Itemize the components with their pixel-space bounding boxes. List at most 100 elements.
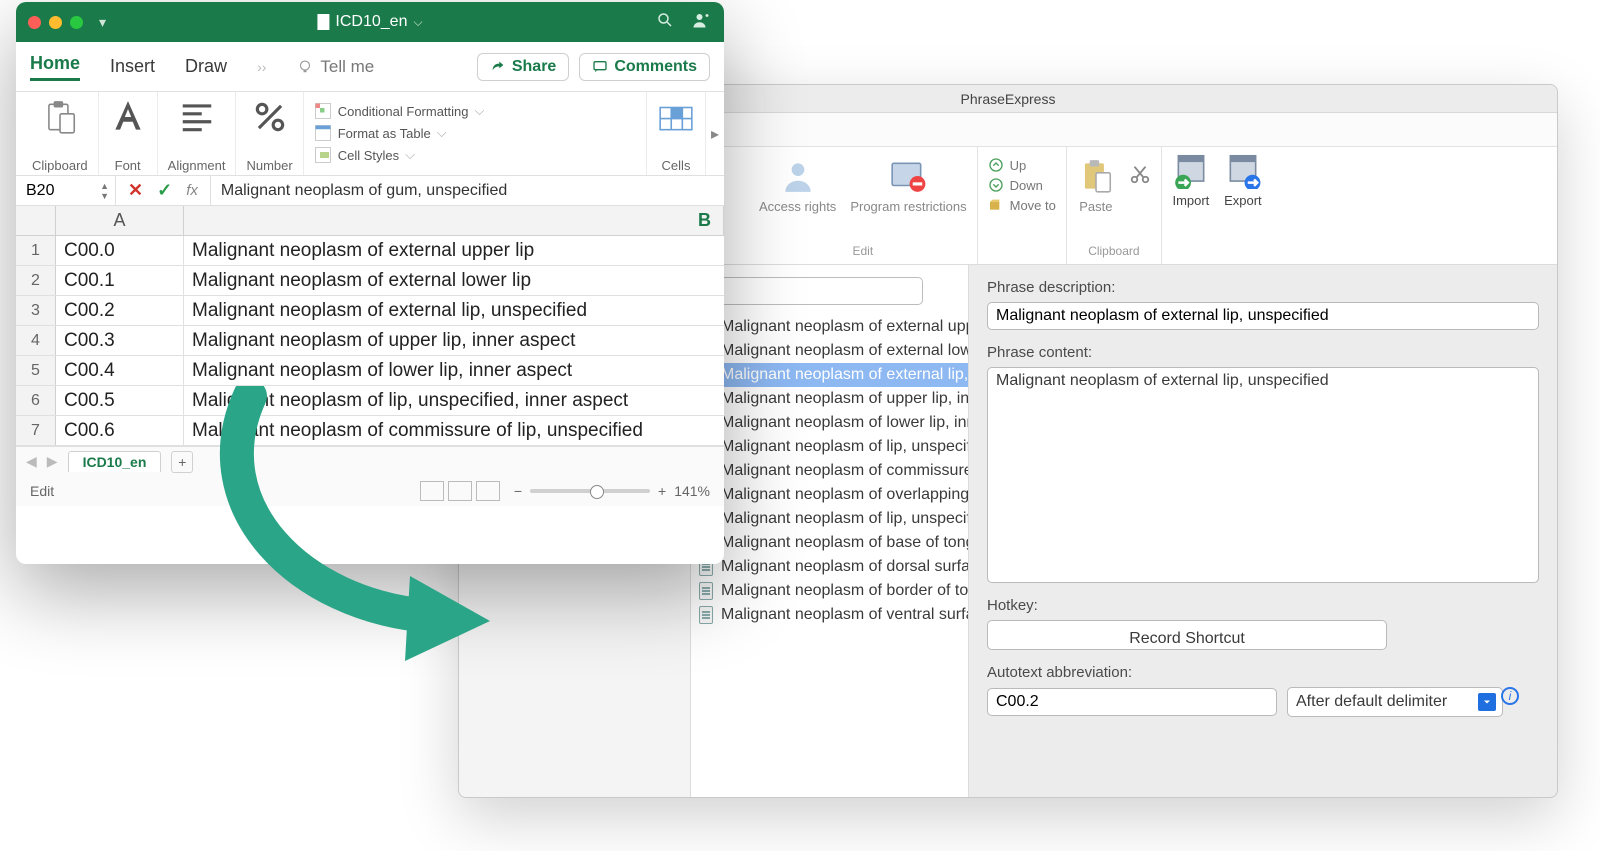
cell[interactable]: Malignant neoplasm of external lower lip xyxy=(184,266,724,295)
group-label-edit: Edit xyxy=(852,244,873,262)
table-row[interactable]: 3C00.2Malignant neoplasm of external lip… xyxy=(16,296,724,326)
ribbon-font[interactable]: Font xyxy=(99,92,158,175)
program-restrictions-button[interactable]: Program restrictions xyxy=(850,157,966,214)
list-item[interactable]: Malignant neoplasm of base of tongue xyxy=(691,531,968,555)
scissors-icon[interactable] xyxy=(1129,157,1151,190)
row-header[interactable]: 6 xyxy=(16,386,56,415)
stepper-icon: ▲▼ xyxy=(100,181,109,201)
format-as-table-button[interactable]: Format as Table⌵ xyxy=(314,124,485,142)
list-item[interactable]: Malignant neoplasm of ventral surface of… xyxy=(691,603,968,627)
move-up-button[interactable]: Up xyxy=(988,157,1056,173)
export-button[interactable]: Export xyxy=(1224,151,1262,208)
info-icon[interactable]: i xyxy=(1501,687,1519,705)
ribbon-alignment[interactable]: Alignment xyxy=(158,92,237,175)
phrase-list[interactable]: Malignant neoplasm of external upper lip… xyxy=(691,265,969,797)
cancel-icon[interactable]: ✕ xyxy=(128,180,143,201)
row-header[interactable]: 4 xyxy=(16,326,56,355)
ribbon-number[interactable]: Number xyxy=(236,92,303,175)
access-rights-button[interactable]: Access rights xyxy=(759,157,836,214)
sheet-tab[interactable]: ICD10_en xyxy=(68,451,162,472)
cell[interactable]: Malignant neoplasm of lip, unspecified, … xyxy=(184,386,724,415)
list-item[interactable]: Malignant neoplasm of overlapping sites … xyxy=(691,483,968,507)
cell-styles-button[interactable]: Cell Styles⌵ xyxy=(314,146,485,164)
paste-button[interactable]: Paste xyxy=(1077,157,1115,214)
record-shortcut-button[interactable]: Record Shortcut xyxy=(987,620,1387,650)
cell[interactable]: C00.5 xyxy=(56,386,184,415)
table-row[interactable]: 7C00.6Malignant neoplasm of commissure o… xyxy=(16,416,724,446)
cell[interactable]: Malignant neoplasm of upper lip, inner a… xyxy=(184,326,724,355)
share-user-icon[interactable] xyxy=(692,11,710,34)
save-split-icon[interactable]: ▾ xyxy=(99,14,106,31)
table-row[interactable]: 6C00.5Malignant neoplasm of lip, unspeci… xyxy=(16,386,724,416)
delimiter-select[interactable]: After default delimiter xyxy=(1287,687,1503,717)
row-header[interactable]: 5 xyxy=(16,356,56,385)
cell[interactable]: C00.1 xyxy=(56,266,184,295)
cell[interactable]: C00.6 xyxy=(56,416,184,445)
list-item[interactable]: Malignant neoplasm of lower lip, inner a… xyxy=(691,411,968,435)
sheet-prev-icon[interactable]: ◀ xyxy=(26,453,37,470)
tab-home[interactable]: Home xyxy=(30,53,80,81)
ribbon-overflow[interactable]: ▸ xyxy=(706,92,724,175)
zoom-control[interactable]: −+ 141% xyxy=(514,483,710,499)
cell[interactable]: C00.4 xyxy=(56,356,184,385)
list-item[interactable]: Malignant neoplasm of dorsal surface of … xyxy=(691,555,968,579)
col-header-a[interactable]: A xyxy=(56,206,184,235)
import-button[interactable]: Import xyxy=(1172,151,1210,208)
cell[interactable]: Malignant neoplasm of lower lip, inner a… xyxy=(184,356,724,385)
table-row[interactable]: 4C00.3Malignant neoplasm of upper lip, i… xyxy=(16,326,724,356)
sheet-next-icon[interactable]: ▶ xyxy=(47,453,58,470)
cell[interactable]: C00.2 xyxy=(56,296,184,325)
list-item[interactable]: Malignant neoplasm of commissure of lip,… xyxy=(691,459,968,483)
search-icon[interactable] xyxy=(656,11,674,34)
cell[interactable]: C00.3 xyxy=(56,326,184,355)
conditional-formatting-button[interactable]: Conditional Formatting⌵ xyxy=(314,102,485,120)
ribbon-clipboard[interactable]: Clipboard xyxy=(22,92,99,175)
view-break-icon[interactable] xyxy=(476,481,500,501)
list-item[interactable]: Malignant neoplasm of upper lip, inner a… xyxy=(691,387,968,411)
confirm-icon[interactable]: ✓ xyxy=(157,180,172,201)
add-sheet-button[interactable]: + xyxy=(171,451,193,473)
content-textarea[interactable]: Malignant neoplasm of external lip, unsp… xyxy=(987,367,1539,583)
share-button[interactable]: Share xyxy=(477,53,569,81)
row-header[interactable]: 1 xyxy=(16,236,56,265)
table-row[interactable]: 5C00.4Malignant neoplasm of lower lip, i… xyxy=(16,356,724,386)
formula-input[interactable]: Malignant neoplasm of gum, unspecified xyxy=(210,176,724,205)
comments-button[interactable]: Comments xyxy=(579,53,710,81)
list-item[interactable]: Malignant neoplasm of external lower lip xyxy=(691,339,968,363)
traffic-lights[interactable] xyxy=(28,16,83,29)
select-all-corner[interactable] xyxy=(16,206,56,235)
table-row[interactable]: 2C00.1Malignant neoplasm of external low… xyxy=(16,266,724,296)
titlebar: ▾ ICD10_en ⌵ xyxy=(16,2,724,42)
fx-icon[interactable]: fx xyxy=(186,182,198,199)
document-title[interactable]: ICD10_en ⌵ xyxy=(317,13,422,31)
move-to-button[interactable]: Move to xyxy=(988,197,1056,213)
desc-input[interactable] xyxy=(987,302,1539,330)
search-input[interactable] xyxy=(703,277,923,305)
tabs-overflow[interactable]: ›› xyxy=(257,59,266,75)
list-item[interactable]: Malignant neoplasm of lip, unspecified, … xyxy=(691,435,968,459)
spreadsheet-grid[interactable]: 1C00.0Malignant neoplasm of external upp… xyxy=(16,236,724,446)
list-item[interactable]: Malignant neoplasm of lip, unspecified xyxy=(691,507,968,531)
cell[interactable]: Malignant neoplasm of external upper lip xyxy=(184,236,724,265)
row-header[interactable]: 7 xyxy=(16,416,56,445)
tellme-search[interactable]: Tell me xyxy=(296,57,374,77)
view-layout-icon[interactable] xyxy=(448,481,472,501)
name-box[interactable]: B20 ▲▼ xyxy=(16,176,116,205)
cell[interactable]: C00.0 xyxy=(56,236,184,265)
move-group: Up Down Move to xyxy=(988,151,1056,213)
col-header-b[interactable]: B xyxy=(184,206,724,235)
cell[interactable]: Malignant neoplasm of commissure of lip,… xyxy=(184,416,724,445)
row-header[interactable]: 3 xyxy=(16,296,56,325)
row-header[interactable]: 2 xyxy=(16,266,56,295)
table-row[interactable]: 1C00.0Malignant neoplasm of external upp… xyxy=(16,236,724,266)
abbrev-input[interactable] xyxy=(987,688,1277,716)
list-item[interactable]: Malignant neoplasm of external upper lip xyxy=(691,315,968,339)
tab-draw[interactable]: Draw xyxy=(185,56,227,77)
tab-insert[interactable]: Insert xyxy=(110,56,155,77)
list-item[interactable]: Malignant neoplasm of border of tongue xyxy=(691,579,968,603)
list-item[interactable]: Malignant neoplasm of external lip, unsp… xyxy=(691,363,968,387)
view-normal-icon[interactable] xyxy=(420,481,444,501)
ribbon-cells[interactable]: Cells xyxy=(647,92,706,175)
move-down-button[interactable]: Down xyxy=(988,177,1056,193)
cell[interactable]: Malignant neoplasm of external lip, unsp… xyxy=(184,296,724,325)
